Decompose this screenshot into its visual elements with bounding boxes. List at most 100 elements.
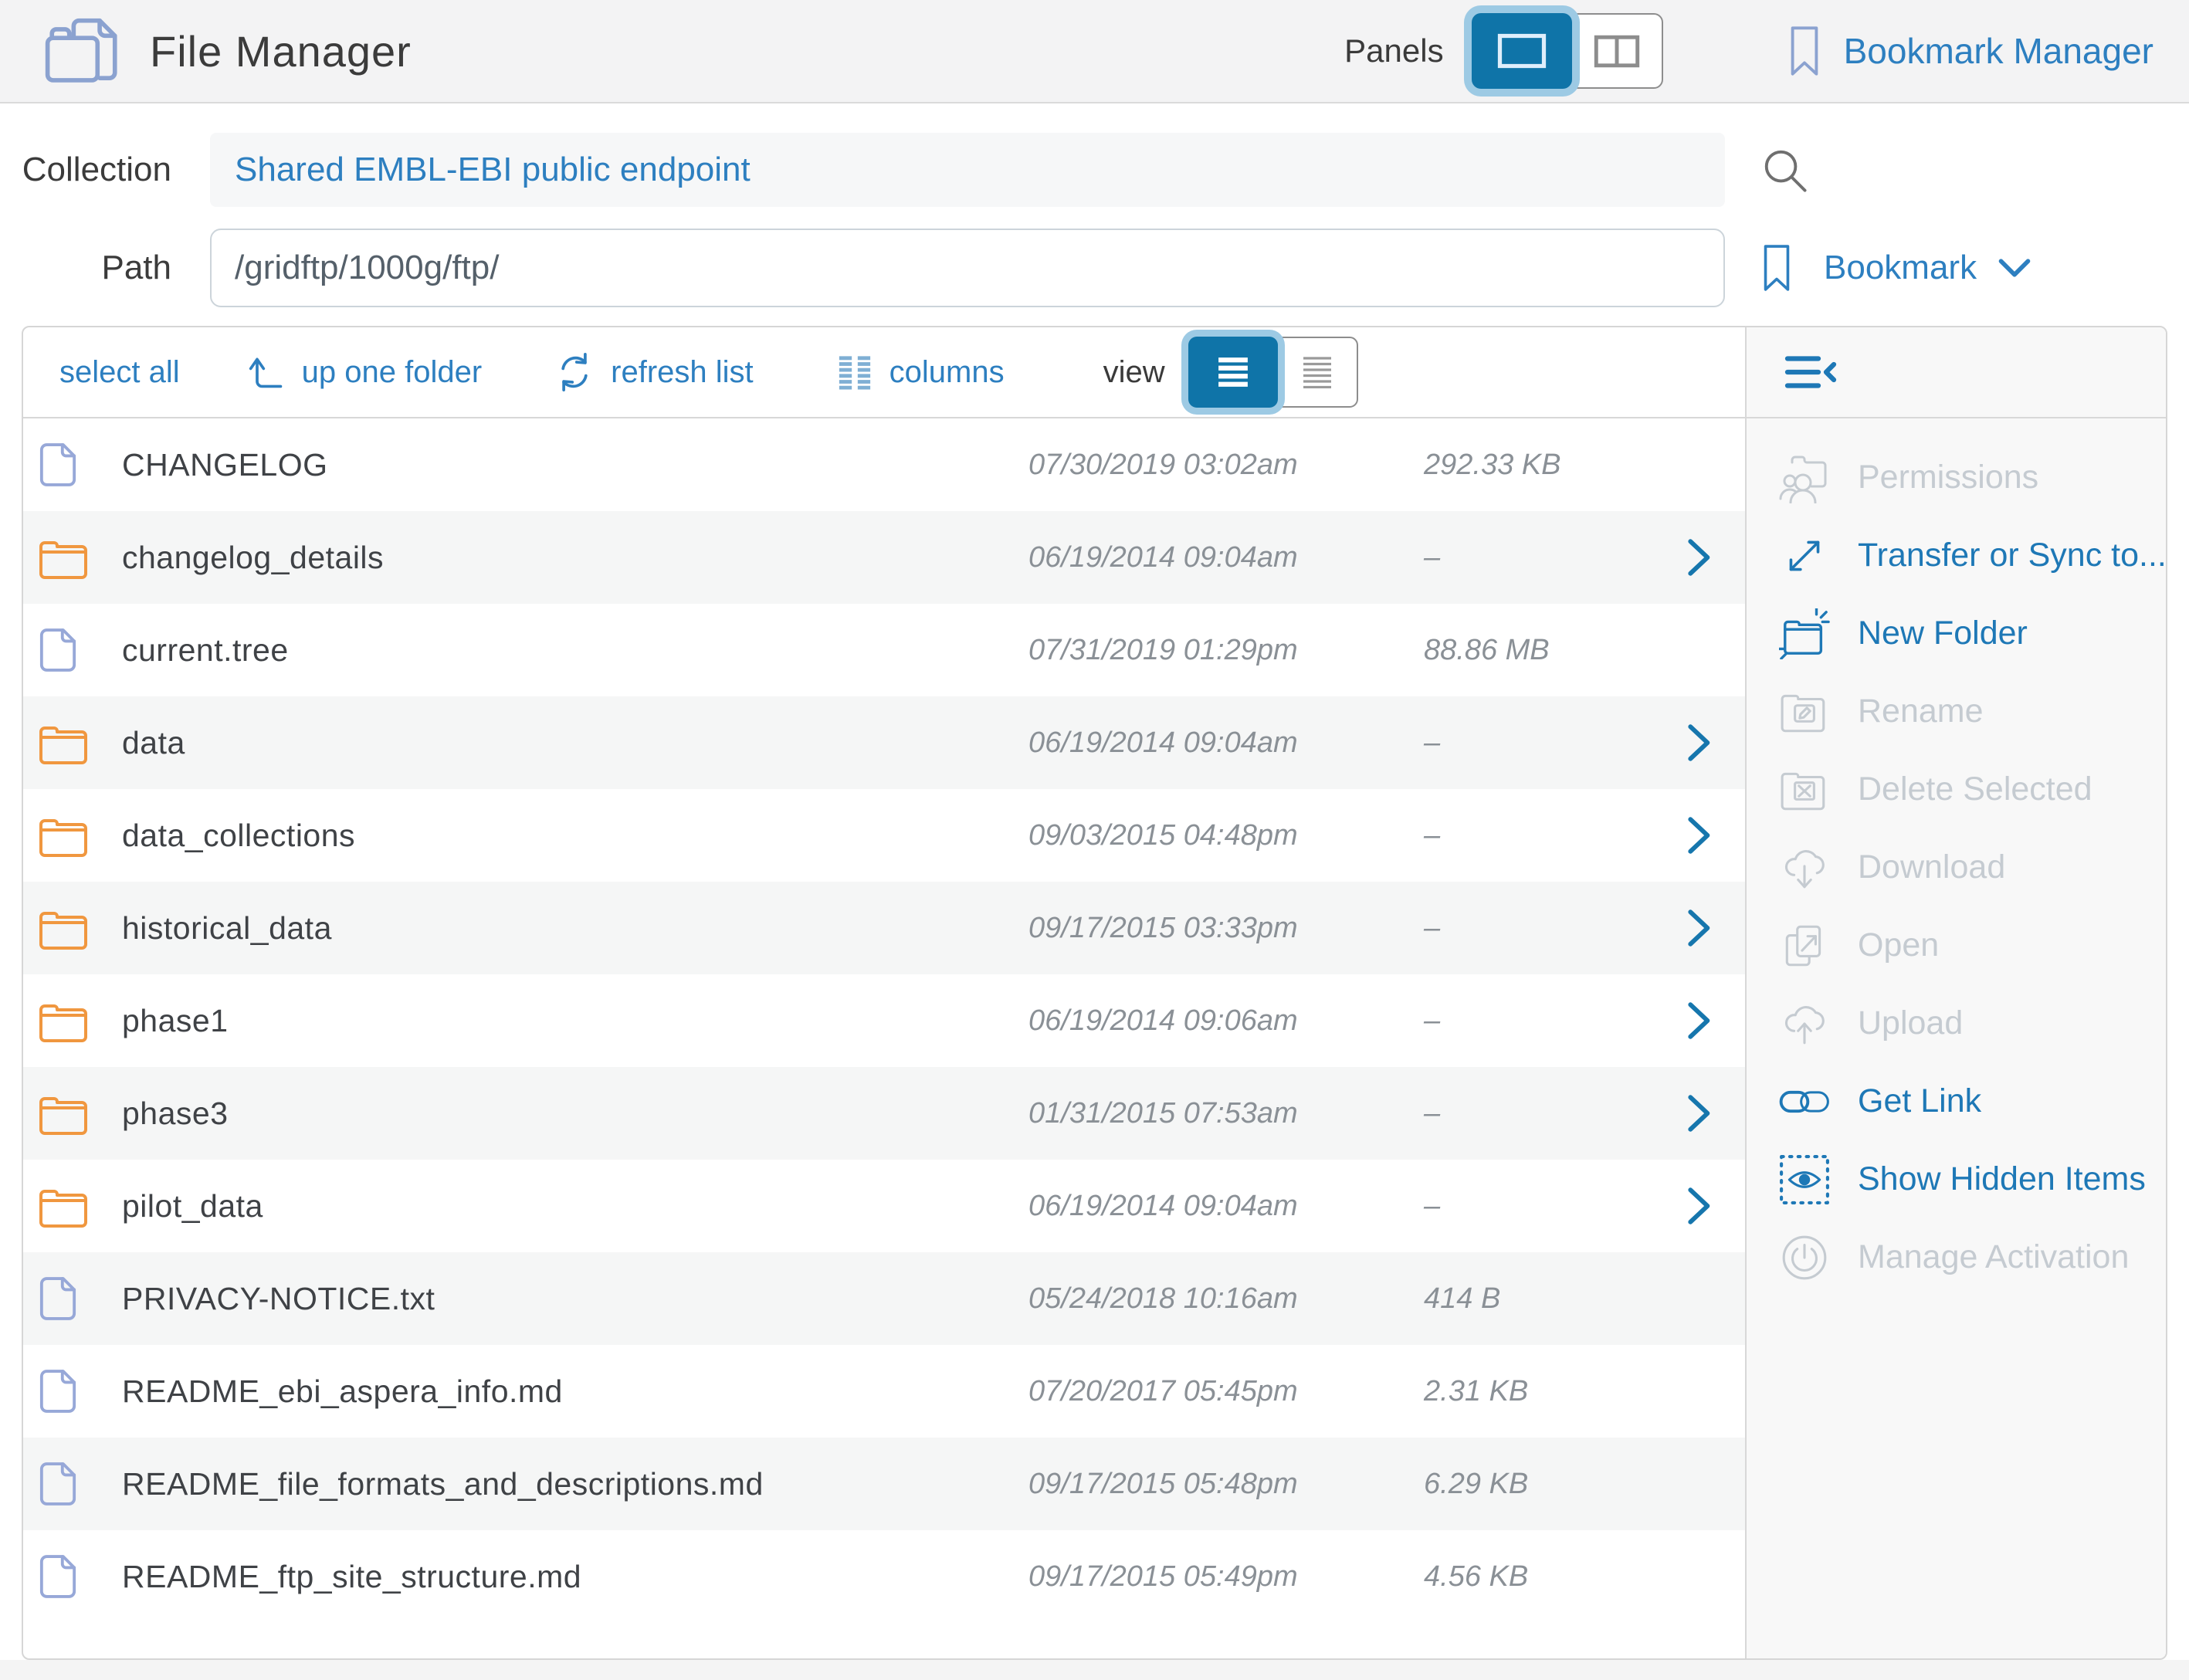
folder-icon	[39, 721, 88, 764]
action-transfer-or-sync[interactable]: Transfer or Sync to...	[1779, 517, 2166, 594]
chevron-right-icon[interactable]	[1686, 1001, 1713, 1041]
file-size: –	[1376, 1004, 1654, 1038]
file-size: –	[1376, 1190, 1654, 1223]
file-row[interactable]: README_file_formats_and_descriptions.md …	[23, 1438, 1745, 1530]
action-get-link[interactable]: Get Link	[1779, 1062, 2166, 1140]
file-row[interactable]: pilot_data 06/19/2014 09:04am –	[23, 1160, 1745, 1252]
file-modified: 06/19/2014 09:04am	[1028, 1190, 1376, 1223]
file-modified: 07/30/2019 03:02am	[1028, 449, 1376, 482]
file-row[interactable]: current.tree 07/31/2019 01:29pm 88.86 MB	[23, 604, 1745, 696]
file-row[interactable]: historical_data 09/17/2015 03:33pm –	[23, 882, 1745, 974]
folder-icon	[39, 999, 88, 1042]
view-label: view	[1103, 355, 1165, 390]
file-name: historical_data	[122, 910, 1028, 947]
file-modified: 06/19/2014 09:04am	[1028, 727, 1376, 760]
up-one-folder-label: up one folder	[302, 355, 483, 390]
path-label: Path	[0, 249, 171, 287]
file-name: data_collections	[122, 818, 1028, 854]
file-size: 292.33 KB	[1376, 449, 1654, 482]
action-label: Get Link	[1858, 1082, 1981, 1120]
power-icon	[1779, 1232, 1830, 1283]
file-row[interactable]: CHANGELOG 07/30/2019 03:02am 292.33 KB	[23, 418, 1745, 511]
file-size: 414 B	[1376, 1282, 1654, 1316]
file-modified: 09/17/2015 05:48pm	[1028, 1468, 1376, 1501]
action-label: Permissions	[1858, 459, 2038, 496]
file-size: 88.86 MB	[1376, 634, 1654, 667]
file-icon	[39, 626, 77, 674]
file-row[interactable]: PRIVACY-NOTICE.txt 05/24/2018 10:16am 41…	[23, 1252, 1745, 1345]
bookmark-icon	[1760, 244, 1793, 292]
upload-icon	[1779, 998, 1830, 1049]
file-modified: 06/19/2014 09:06am	[1028, 1004, 1376, 1038]
file-list: CHANGELOG 07/30/2019 03:02am 292.33 KB c…	[23, 418, 1745, 1658]
bookmark-icon	[1787, 25, 1822, 76]
new-folder-icon	[1779, 608, 1830, 659]
action-show-hidden-items[interactable]: Show Hidden Items	[1779, 1140, 2166, 1218]
file-modified: 01/31/2015 07:53am	[1028, 1097, 1376, 1130]
path-input[interactable]	[210, 229, 1725, 307]
file-row[interactable]: README_ftp_site_structure.md 09/17/2015 …	[23, 1530, 1745, 1623]
action-label: Manage Activation	[1858, 1238, 2129, 1276]
file-name: current.tree	[122, 632, 1028, 669]
file-icon	[39, 1553, 77, 1600]
file-row[interactable]: changelog_details 06/19/2014 09:04am –	[23, 511, 1745, 604]
folder-icon	[39, 536, 88, 579]
view-condensed-button[interactable]	[1269, 337, 1358, 408]
search-icon[interactable]	[1760, 146, 1808, 194]
refresh-icon	[555, 351, 594, 393]
action-list: Permissions Transfer or Sync to... New F…	[1747, 418, 2166, 1296]
file-modified: 07/31/2019 01:29pm	[1028, 634, 1376, 667]
file-row[interactable]: data_collections 09/03/2015 04:48pm –	[23, 789, 1745, 882]
file-row[interactable]: data 06/19/2014 09:04am –	[23, 696, 1745, 789]
action-new-folder[interactable]: New Folder	[1779, 594, 2166, 672]
bookmark-dropdown[interactable]: Bookmark	[1760, 244, 2032, 292]
chevron-right-icon[interactable]	[1686, 723, 1713, 763]
select-all-button[interactable]: select all	[59, 355, 180, 390]
file-icon	[39, 1460, 77, 1508]
dual-panel-icon	[1593, 34, 1641, 69]
action-delete-selected: Delete Selected	[1779, 750, 2166, 828]
action-label: Transfer or Sync to...	[1858, 537, 2167, 574]
action-upload: Upload	[1779, 984, 2166, 1062]
rename-icon	[1779, 686, 1830, 737]
action-download: Download	[1779, 828, 2166, 906]
action-label: Upload	[1858, 1004, 1963, 1042]
file-row[interactable]: phase1 06/19/2014 09:06am –	[23, 974, 1745, 1067]
chevron-right-icon[interactable]	[1686, 1093, 1713, 1133]
bookmark-manager-link[interactable]: Bookmark Manager	[1787, 25, 2153, 76]
folder-icon	[39, 1184, 88, 1228]
file-row[interactable]: phase3 01/31/2015 07:53am –	[23, 1067, 1745, 1160]
chevron-right-icon[interactable]	[1686, 908, 1713, 948]
action-label: New Folder	[1858, 615, 2028, 652]
download-icon	[1779, 842, 1830, 893]
collapse-sidebar-icon[interactable]	[1784, 352, 1838, 392]
chevron-right-icon[interactable]	[1686, 815, 1713, 855]
action-open: Open	[1779, 906, 2166, 984]
chevron-right-icon[interactable]	[1686, 537, 1713, 578]
location-section: Collection Shared EMBL-EBI public endpoi…	[0, 103, 2189, 326]
file-modified: 07/20/2017 05:45pm	[1028, 1375, 1376, 1408]
file-name: phase3	[122, 1096, 1028, 1132]
action-label: Show Hidden Items	[1858, 1160, 2146, 1198]
file-manager-icon	[43, 15, 124, 87]
file-name: PRIVACY-NOTICE.txt	[122, 1281, 1028, 1317]
file-row[interactable]: README_ebi_aspera_info.md 07/20/2017 05:…	[23, 1345, 1745, 1438]
page-title: File Manager	[150, 26, 412, 76]
refresh-list-button[interactable]: refresh list	[555, 351, 754, 393]
file-size: –	[1376, 727, 1654, 760]
columns-button[interactable]: columns	[837, 354, 1005, 390]
panels-toggle	[1472, 13, 1663, 89]
file-size: 6.29 KB	[1376, 1468, 1654, 1501]
file-panel: select all up one folder refresh list co…	[22, 326, 2167, 1660]
chevron-right-icon[interactable]	[1686, 1186, 1713, 1226]
view-list-button[interactable]	[1188, 337, 1278, 408]
link-icon	[1779, 1076, 1830, 1127]
collection-input[interactable]: Shared EMBL-EBI public endpoint	[210, 133, 1725, 207]
single-panel-button[interactable]	[1472, 13, 1572, 89]
up-one-folder-button[interactable]: up one folder	[248, 354, 483, 391]
dual-panel-button[interactable]	[1563, 13, 1663, 89]
file-size: –	[1376, 912, 1654, 945]
single-panel-icon	[1496, 32, 1547, 69]
file-name: pilot_data	[122, 1188, 1028, 1224]
action-manage-activation: Manage Activation	[1779, 1218, 2166, 1296]
